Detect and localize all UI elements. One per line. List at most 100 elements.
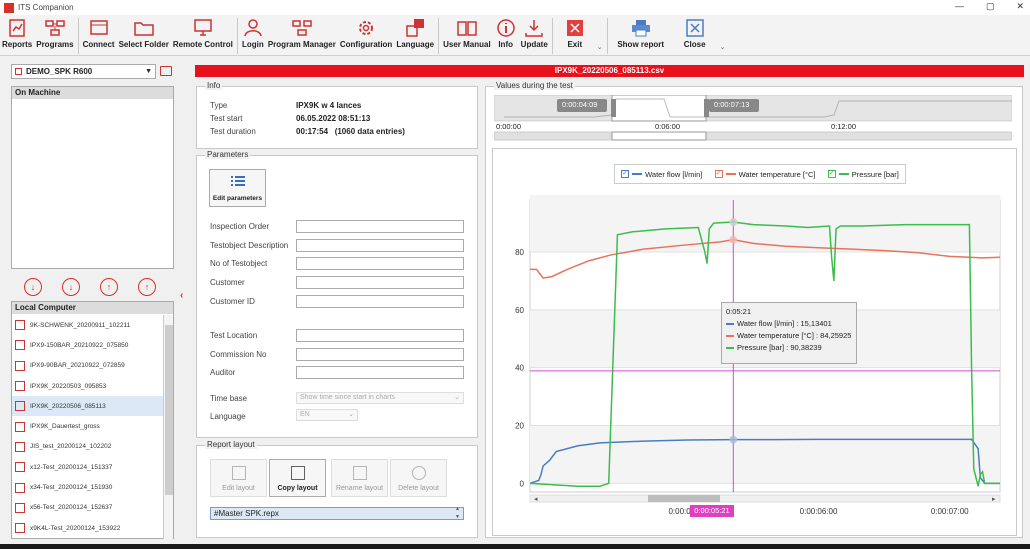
y-tick-label: 0: [520, 479, 525, 488]
file-list-scrollbar[interactable]: [163, 315, 173, 539]
download-all-circle-icon[interactable]: ↓: [62, 278, 80, 296]
param-input[interactable]: [296, 348, 464, 361]
checkbox-icon[interactable]: ✓: [714, 170, 723, 178]
copy-layout-button[interactable]: Copy layout: [269, 459, 326, 497]
on-machine-header: On Machine: [12, 87, 173, 99]
reports-button[interactable]: Reports: [0, 15, 34, 49]
file-list-item[interactable]: x34-Test_20200124_151930: [12, 477, 163, 497]
copy-icon: [290, 466, 305, 480]
report-file-icon: [15, 462, 25, 473]
info-button[interactable]: Info: [493, 15, 519, 49]
x-tick-label: 0:00:07:00: [931, 507, 969, 516]
y-tick-label: 20: [515, 422, 524, 431]
scroll-left-icon[interactable]: ◂: [534, 496, 538, 503]
edit-layout-button[interactable]: Edit layout: [210, 459, 267, 497]
gear-icon: [359, 21, 374, 35]
template-spinner[interactable]: ▲ ▼: [452, 505, 463, 522]
remote-control-button[interactable]: Remote Control: [171, 15, 235, 49]
file-list-item[interactable]: JIS_test_20200124_102202: [12, 437, 163, 457]
language-icon: [406, 19, 425, 37]
book-icon: [457, 21, 477, 36]
test-duration-value: 00:17:54 (1060 data entries): [296, 127, 405, 136]
edit-parameters-button[interactable]: Edit parameters: [209, 169, 266, 207]
file-list-item[interactable]: x9K4L-Test_20200124_153922: [12, 518, 163, 538]
file-list-item[interactable]: IPX9K_20220506_085113: [12, 396, 163, 417]
param-label: Inspection Order: [210, 222, 270, 231]
grid-band: [530, 425, 1000, 484]
maximize-icon[interactable]: ▢: [986, 1, 995, 12]
device-select[interactable]: DEMO_SPK R600 ▼: [11, 64, 156, 79]
chart-scrollbar-thumb[interactable]: [648, 495, 720, 502]
user-icon: [244, 19, 262, 37]
login-button[interactable]: Login: [240, 15, 266, 49]
chart-scrollbar[interactable]: [529, 494, 1001, 503]
program-manager-button[interactable]: Program Manager: [266, 15, 338, 49]
file-list-item[interactable]: 9K-SCHWENK_20200911_102211: [12, 315, 163, 335]
timebase-select[interactable]: Show time since start in charts ⌄: [296, 392, 464, 404]
legend-pressure[interactable]: ✓ Pressure [bar]: [827, 170, 899, 179]
type-value: IPX9K w 4 lances: [296, 101, 362, 110]
connect-icon: [89, 20, 108, 35]
range-end-handle[interactable]: [704, 99, 709, 117]
download-circle-icon[interactable]: ↓: [24, 278, 42, 296]
user-manual-button[interactable]: User Manual: [441, 15, 493, 49]
cursor-marker: [729, 235, 738, 244]
exit-button[interactable]: Exit: [555, 15, 595, 49]
language-select[interactable]: EN ⌄: [296, 409, 358, 421]
ribbon-group-expand-icon[interactable]: ⌄: [595, 43, 605, 51]
file-list-item[interactable]: IPX9-90BAR_20210922_072859: [12, 356, 163, 376]
collapse-pane-icon[interactable]: ‹: [180, 290, 183, 301]
open-folder-icon[interactable]: [160, 66, 172, 76]
range-start-handle[interactable]: [611, 99, 616, 117]
param-input[interactable]: [296, 366, 464, 379]
close-window-icon[interactable]: ✕: [1016, 1, 1024, 12]
chevron-down-icon: ▼: [145, 68, 152, 75]
configuration-button[interactable]: Configuration: [338, 15, 394, 49]
minimize-icon[interactable]: —: [955, 1, 964, 12]
cursor-marker: [729, 435, 738, 444]
upload-all-circle-icon[interactable]: ↑: [138, 278, 156, 296]
param-input[interactable]: [296, 329, 464, 342]
download-icon: [525, 20, 543, 37]
checkbox-icon[interactable]: ✓: [827, 170, 836, 178]
test-start-label: Test start: [210, 114, 243, 123]
file-list-item[interactable]: x12-Test_20200124_151337: [12, 457, 163, 477]
delete-icon: [411, 466, 426, 480]
programs-icon: [45, 20, 65, 36]
legend-water-temperature[interactable]: ✓ Water temperature [°C]: [714, 170, 816, 179]
param-input[interactable]: [296, 257, 464, 270]
layout-template-field[interactable]: #Master SPK.repx: [210, 507, 464, 520]
connect-button[interactable]: Connect: [81, 15, 117, 49]
param-input[interactable]: [296, 295, 464, 308]
legend-water-flow[interactable]: ✓ Water flow [l/min]: [621, 170, 702, 179]
app-logo-icon: [4, 2, 14, 13]
close-button[interactable]: Close: [672, 15, 718, 49]
upload-circle-icon[interactable]: ↑: [100, 278, 118, 296]
checkbox-icon[interactable]: ✓: [621, 170, 630, 178]
ribbon-group-expand-icon[interactable]: ⌄: [718, 43, 728, 51]
param-label: Testobject Description: [210, 241, 289, 250]
title-bar: ITS Companion — ▢ ✕: [0, 0, 1030, 15]
file-list-item[interactable]: IPX9K_20220503_095853: [12, 376, 163, 396]
file-list: 9K-SCHWENK_20200911_102211 IPX9-150BAR_20…: [12, 315, 163, 538]
update-button[interactable]: Update: [519, 15, 550, 49]
param-label: No of Testobject: [210, 259, 268, 268]
ribbon-toolbar: Reports Programs Connect Select Folder R…: [0, 15, 1030, 56]
file-list-item[interactable]: IPX9-150BAR_20210922_075850: [12, 335, 163, 355]
language-button[interactable]: Language: [394, 15, 436, 49]
monitor-icon: [194, 19, 212, 36]
select-folder-button[interactable]: Select Folder: [117, 15, 171, 49]
overview-scrollbar[interactable]: [494, 131, 1012, 141]
param-input[interactable]: [296, 220, 464, 233]
delete-layout-button[interactable]: Delete layout: [390, 459, 447, 497]
param-input[interactable]: [296, 276, 464, 289]
show-report-button[interactable]: Show report: [610, 15, 672, 49]
param-input[interactable]: [296, 239, 464, 252]
file-list-item[interactable]: IPX9K_Dauertest_gross: [12, 416, 163, 436]
rename-layout-button[interactable]: Rename layout: [331, 459, 388, 497]
report-file-icon: [15, 340, 25, 351]
scroll-right-icon[interactable]: ▸: [992, 496, 996, 503]
file-list-item[interactable]: x56-Test_20200124_152637: [12, 498, 163, 518]
param-label: Customer ID: [210, 297, 255, 306]
programs-button[interactable]: Programs: [34, 15, 75, 49]
